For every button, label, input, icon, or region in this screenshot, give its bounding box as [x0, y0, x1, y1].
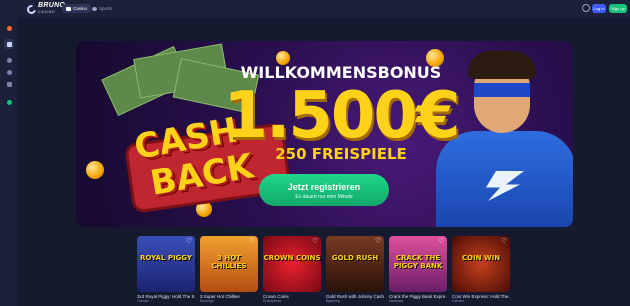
- game-card[interactable]: CROWN COINS ♡ Crown Coins Endorphina: [263, 236, 321, 303]
- favorite-icon[interactable]: ♡: [249, 238, 255, 245]
- game-provider: Endorphina: [263, 299, 281, 303]
- game-thumb-text: CRACK THE PIGGY BANK: [393, 254, 443, 270]
- tab-sports-label: Sports: [99, 6, 113, 11]
- sports-icon: [92, 6, 97, 11]
- gamepad-icon: [6, 81, 12, 87]
- game-thumbnail[interactable]: ROYAL PIGGY ♡: [137, 236, 195, 292]
- tab-sports[interactable]: Sports: [88, 4, 116, 13]
- sidebar-item-casino[interactable]: [4, 39, 14, 49]
- favorite-icon[interactable]: ♡: [312, 238, 318, 245]
- sidebar-item-responsible[interactable]: [4, 97, 14, 107]
- game-card[interactable]: CRACK THE PIGGY BANK ♡ Crack the Piggy B…: [389, 236, 447, 303]
- game-thumb-text: GOLD RUSH: [331, 254, 379, 262]
- fire-icon: [6, 25, 12, 31]
- game-card[interactable]: 3 HOT CHILLIES ♡ 3 Super Hot Chillies Bo…: [200, 236, 258, 303]
- game-thumb-text: CROWN COINS: [263, 254, 321, 262]
- shield-icon: [6, 99, 12, 105]
- promo-banner[interactable]: CASH BACK WILLKOMMENSBONUS 1.500€ 250 FR…: [76, 41, 573, 227]
- tab-casino-label: Casino: [73, 6, 88, 11]
- game-thumbnail[interactable]: 3 HOT CHILLIES ♡: [200, 236, 258, 292]
- login-button[interactable]: Log in: [592, 4, 606, 13]
- tab-casino[interactable]: Casino: [62, 4, 92, 13]
- game-thumbnail[interactable]: GOLD RUSH ♡: [326, 236, 384, 292]
- game-thumbnail[interactable]: CROWN COINS ♡: [263, 236, 321, 292]
- coin-decoration: [86, 161, 104, 179]
- sidebar-item-games[interactable]: [4, 79, 14, 89]
- register-button[interactable]: Jetzt registrieren Es dauert nur eine Mi…: [259, 174, 389, 206]
- logo-icon: [25, 2, 38, 16]
- chip-icon: [6, 69, 12, 75]
- favorite-icon[interactable]: ♡: [438, 238, 444, 245]
- game-thumbnail[interactable]: COIN WIN ♡: [452, 236, 510, 292]
- sidebar-item-tournaments[interactable]: [4, 55, 14, 65]
- trophy-icon: [6, 57, 12, 63]
- game-thumb-text: ROYAL PIGGY: [140, 254, 192, 262]
- register-button-label: Jetzt registrieren: [287, 182, 361, 192]
- bonus-spins: 250 FREISPIELE: [275, 145, 407, 163]
- site-logo[interactable]: BRUNO CASINO: [25, 2, 65, 16]
- sidebar-item-hot[interactable]: [4, 23, 14, 33]
- signup-button[interactable]: Sign up: [609, 4, 627, 13]
- game-card[interactable]: ROYAL PIGGY ♡ 3x3 Royal Piggy: Hold The …: [137, 236, 195, 303]
- game-card[interactable]: COIN WIN ♡ Coin Win Express: Hold The...…: [452, 236, 510, 303]
- game-provider: Booongo: [200, 299, 215, 303]
- games-row: ROYAL PIGGY ♡ 3x3 Royal Piggy: Hold The …: [137, 236, 517, 306]
- bonus-amount: 1.500€: [223, 79, 461, 153]
- game-thumbnail[interactable]: CRACK THE PIGGY BANK ♡: [389, 236, 447, 292]
- top-bar: BRUNO CASINO Casino Sports Log in Sign u…: [0, 0, 630, 17]
- favorite-icon[interactable]: ♡: [375, 238, 381, 245]
- sidebar: [0, 17, 17, 306]
- game-provider: Bgaming: [326, 299, 340, 303]
- game-provider: Hacksaw: [389, 299, 404, 303]
- game-card[interactable]: GOLD RUSH ♡ Gold Rush with Johnny Cash B…: [326, 236, 384, 303]
- sidebar-item-live[interactable]: [4, 67, 14, 77]
- search-icon[interactable]: [582, 4, 590, 12]
- register-button-sublabel: Es dauert nur eine Minute: [295, 194, 353, 200]
- favorite-icon[interactable]: ♡: [501, 238, 507, 245]
- cards-icon: [6, 41, 12, 47]
- game-thumb-text: 3 HOT CHILLIES: [211, 254, 247, 270]
- game-thumb-text: COIN WIN: [461, 254, 501, 262]
- favorite-icon[interactable]: ♡: [186, 238, 192, 245]
- game-provider: Gamzix: [452, 299, 464, 303]
- casino-icon: [66, 6, 71, 11]
- game-provider: Gamzix: [137, 299, 149, 303]
